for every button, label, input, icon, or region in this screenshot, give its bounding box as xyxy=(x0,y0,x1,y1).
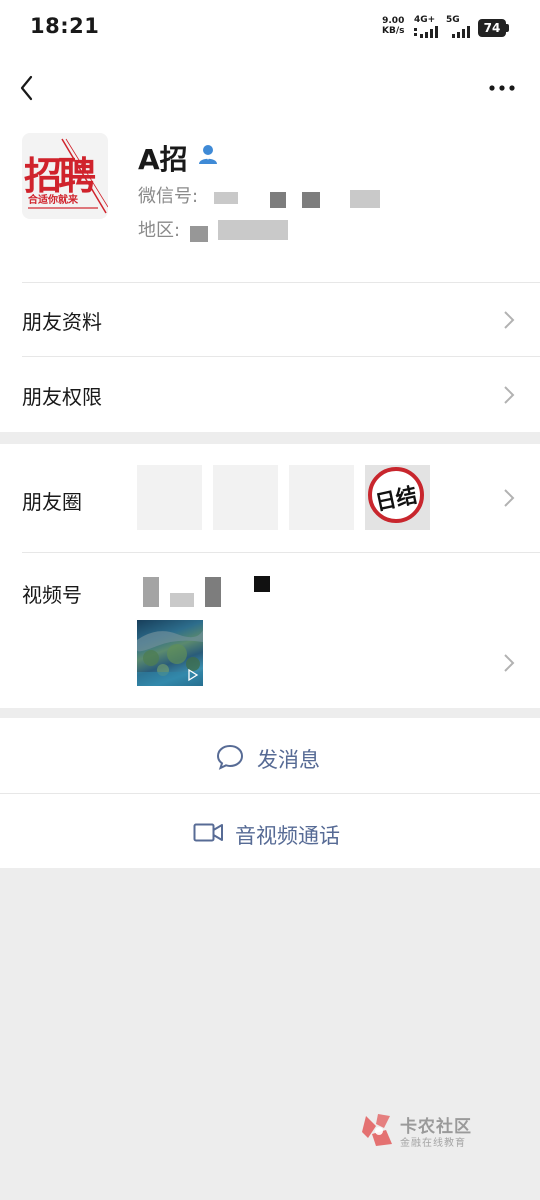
row-friend-info-label: 朋友资料 xyxy=(22,310,102,334)
watermark-logo-icon xyxy=(362,1114,392,1146)
chevron-right-icon xyxy=(504,311,515,329)
redacted-region xyxy=(190,226,208,242)
channels-video-thumbnail[interactable] xyxy=(137,620,203,686)
row-friend-permissions-label: 朋友权限 xyxy=(22,385,102,409)
network-speed: 9.00 KB/s xyxy=(382,16,404,36)
network-speed-value: 9.00 xyxy=(382,16,405,26)
more-button[interactable] xyxy=(478,64,526,108)
stamp-circle: 日结 xyxy=(368,467,424,523)
profile-name: A招 xyxy=(138,143,188,176)
nav-bar xyxy=(0,56,540,116)
av-call-button[interactable]: 音视频通话 xyxy=(0,794,540,868)
moments-thumbnail xyxy=(289,465,354,530)
row-moments[interactable]: 朋友圈 日结 xyxy=(0,444,540,552)
video-camera-icon xyxy=(193,823,223,842)
redacted-channel-name xyxy=(170,593,194,607)
battery-icon: 74 xyxy=(478,19,506,37)
network-speed-unit: KB/s xyxy=(382,26,405,36)
avatar[interactable]: 招聘 合适你就来 xyxy=(22,133,108,219)
row-moments-label: 朋友圈 xyxy=(22,490,82,514)
signal-4g-label: 4G+ xyxy=(414,15,436,25)
send-message-label: 发消息 xyxy=(257,748,320,772)
more-dots-icon xyxy=(489,85,515,91)
wechat-id-label: 微信号: xyxy=(138,186,199,207)
redacted-channel-name xyxy=(143,577,159,607)
redacted-wechat-id xyxy=(214,192,238,204)
watermark-subtitle: 金融在线教育 xyxy=(400,1138,466,1149)
chevron-right-icon xyxy=(504,654,515,672)
row-channels-label: 视频号 xyxy=(22,583,82,607)
redacted-channel-name xyxy=(254,576,270,592)
chevron-right-icon xyxy=(504,489,515,507)
signal-4g-icon: 4G+ xyxy=(414,15,438,38)
contact-person-icon xyxy=(199,145,217,164)
back-arrow-icon xyxy=(20,75,33,101)
friend-settings-section: 朋友资料 朋友权限 xyxy=(0,282,540,432)
signal-5g-label: 5G xyxy=(446,15,460,25)
moments-thumbnail xyxy=(137,465,202,530)
redacted-region xyxy=(218,220,288,240)
row-channels[interactable]: 视频号 xyxy=(0,553,540,708)
status-time: 18:21 xyxy=(30,14,100,38)
profile-header: 招聘 合适你就来 A招 微信号: 地区: xyxy=(0,116,540,282)
chat-bubble-icon xyxy=(216,744,244,770)
redacted-channel-name xyxy=(205,577,221,607)
social-section: 朋友圈 日结 视频号 xyxy=(0,444,540,708)
av-call-label: 音视频通话 xyxy=(235,824,340,848)
avatar-fine-print xyxy=(28,207,98,209)
avatar-sub-text: 合适你就来 xyxy=(28,195,78,206)
battery-tip xyxy=(506,24,509,32)
redacted-block xyxy=(350,190,380,208)
redacted-block xyxy=(270,192,286,208)
actions-section: 发消息 音视频通话 xyxy=(0,718,540,868)
moments-thumbnail xyxy=(213,465,278,530)
watermark: 卡农社区 金融在线教育 xyxy=(360,1112,490,1152)
row-friend-permissions[interactable]: 朋友权限 xyxy=(0,357,540,432)
back-button[interactable] xyxy=(10,64,50,108)
play-icon xyxy=(188,668,199,682)
row-friend-info[interactable]: 朋友资料 xyxy=(0,282,540,357)
status-bar: 18:21 9.00 KB/s 4G+ 5G 74 xyxy=(0,0,540,56)
chevron-right-icon xyxy=(504,386,515,404)
send-message-button[interactable]: 发消息 xyxy=(0,718,540,793)
moments-thumbnail-stamp: 日结 xyxy=(365,465,430,530)
region-label: 地区: xyxy=(138,220,181,241)
stamp-text: 日结 xyxy=(373,482,420,516)
signal-5g-icon: 5G xyxy=(446,15,470,38)
redacted-block xyxy=(302,192,320,208)
